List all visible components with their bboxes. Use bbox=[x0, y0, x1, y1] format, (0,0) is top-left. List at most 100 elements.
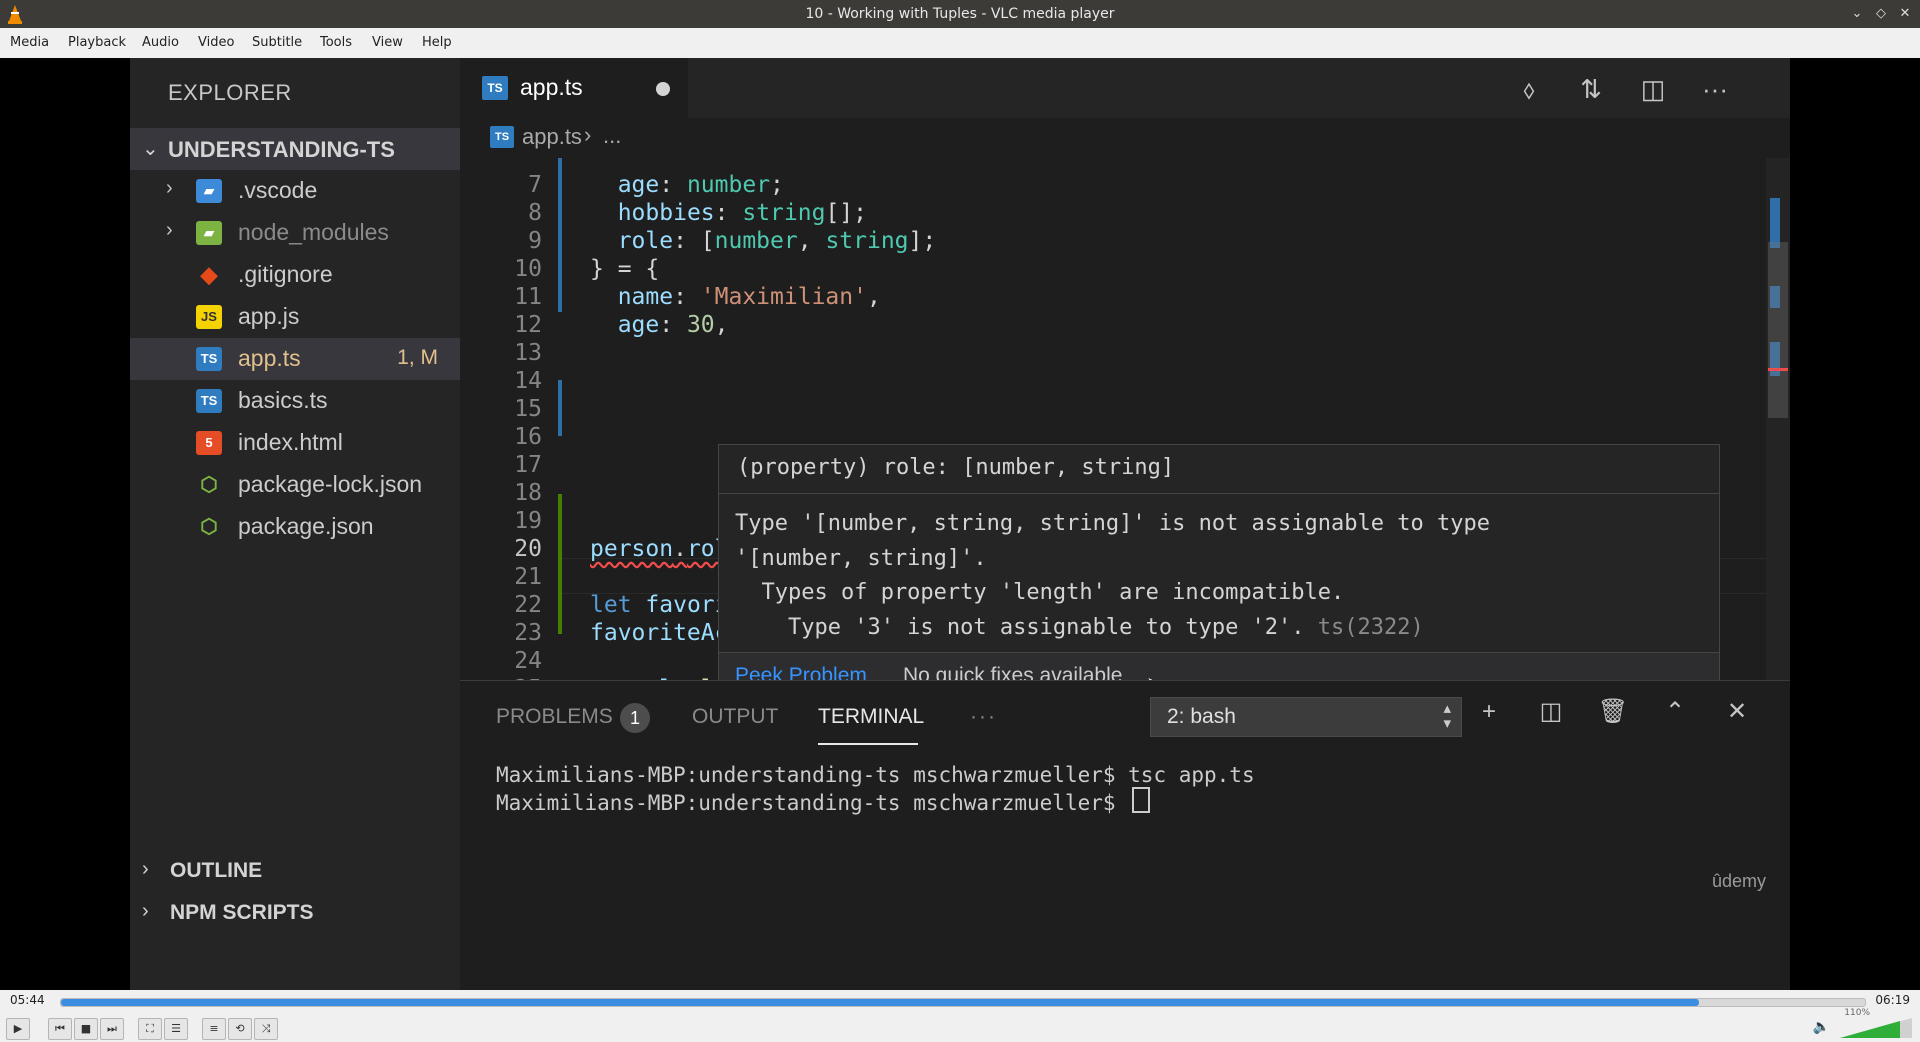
vscode-window: EXPLORER ⌄ UNDERSTANDING-TS › ▰ .vscode … bbox=[130, 58, 1790, 990]
line-number: 17 bbox=[514, 452, 542, 478]
menu-audio[interactable]: Audio bbox=[142, 35, 179, 50]
html-icon: 5 bbox=[196, 431, 222, 455]
tab-app-ts: TS app.ts bbox=[460, 58, 688, 118]
fullscreen-button[interactable]: ⛶ bbox=[138, 1018, 162, 1040]
split-terminal-icon[interactable]: ◫ bbox=[1534, 695, 1568, 729]
folder-vscode-icon: ▰ bbox=[196, 179, 222, 203]
line-number: 8 bbox=[528, 200, 542, 226]
line-number: 21 bbox=[514, 564, 542, 590]
line-number: 9 bbox=[528, 228, 542, 254]
seek-progress bbox=[61, 999, 1700, 1006]
speaker-icon[interactable]: 🔈 bbox=[1813, 1019, 1830, 1035]
line-number: 24 bbox=[514, 648, 542, 674]
menu-view[interactable]: View bbox=[372, 35, 403, 50]
extended-settings-button[interactable]: ☰ bbox=[164, 1018, 188, 1040]
message-line: Types of property 'length' are incompati… bbox=[735, 580, 1345, 605]
compare-changes-icon: ⇅ bbox=[1580, 74, 1602, 104]
close-panel-icon[interactable]: ✕ bbox=[1720, 695, 1754, 729]
line-number: 16 bbox=[514, 424, 542, 450]
stop-button[interactable]: ■ bbox=[74, 1018, 98, 1040]
file-label: node_modules bbox=[238, 219, 389, 245]
line-number: 13 bbox=[514, 340, 542, 366]
section-title: OUTLINE bbox=[170, 859, 263, 882]
volume-level bbox=[1840, 1021, 1900, 1038]
menu-playback[interactable]: Playback bbox=[68, 35, 126, 50]
volume-label: 110% bbox=[1844, 1008, 1870, 1018]
chevron-down-icon: ⌄ bbox=[142, 138, 159, 160]
loop-button[interactable]: ⟲ bbox=[228, 1018, 252, 1040]
active-tab-underline bbox=[818, 743, 918, 745]
line-number: 14 bbox=[514, 368, 542, 394]
playlist-button[interactable]: ≡ bbox=[202, 1018, 226, 1040]
scroll-thumb[interactable] bbox=[1768, 242, 1788, 418]
close-icon[interactable]: ✕ bbox=[1896, 5, 1914, 23]
terminal-line: Maximilians-MBP:understanding-ts mschwar… bbox=[496, 763, 1255, 787]
line-number: 15 bbox=[514, 396, 542, 422]
total-time: 06:19 bbox=[1875, 993, 1910, 1007]
editor-scrollbar[interactable] bbox=[1766, 158, 1790, 680]
previous-button[interactable]: ⏮ bbox=[48, 1018, 72, 1040]
hover-message: Type '[number, string, string]' is not a… bbox=[735, 507, 1490, 645]
menu-video[interactable]: Video bbox=[198, 35, 234, 50]
chevron-right-icon: › bbox=[166, 177, 173, 199]
nodejs-icon: ⬡ bbox=[200, 474, 218, 496]
chevron-right-icon: › bbox=[142, 900, 149, 922]
npm-scripts-section: › NPM SCRIPTS bbox=[130, 892, 460, 934]
minimize-icon[interactable]: ⌄ bbox=[1848, 5, 1866, 23]
ts-icon: TS bbox=[490, 126, 514, 148]
menu-help[interactable]: Help bbox=[422, 35, 452, 50]
file-item-app-js: JS app.js bbox=[130, 296, 460, 338]
tab-label: app.ts bbox=[520, 74, 583, 100]
breadcrumb-file: app.ts bbox=[522, 124, 582, 149]
tab-terminal[interactable]: TERMINAL bbox=[818, 705, 924, 729]
code-line: hobbies: string[]; bbox=[617, 200, 867, 226]
breadcrumb-more: ... bbox=[603, 123, 622, 148]
shuffle-button[interactable]: ⤨ bbox=[254, 1018, 278, 1040]
terminal-select[interactable]: 2: bash ▴ ▾ bbox=[1150, 697, 1462, 737]
maximize-icon[interactable]: ◇ bbox=[1872, 5, 1890, 23]
more-tabs-icon[interactable]: ··· bbox=[970, 705, 997, 729]
chevron-right-icon: › bbox=[584, 122, 592, 147]
more-actions-icon: ··· bbox=[1702, 74, 1728, 104]
trash-icon[interactable]: 🗑 bbox=[1596, 695, 1630, 729]
breadcrumb: TS app.ts › ... bbox=[460, 118, 1790, 158]
file-item-gitignore: ◆ .gitignore bbox=[130, 254, 460, 296]
line-number: 18 bbox=[514, 480, 542, 506]
video-area[interactable]: EXPLORER ⌄ UNDERSTANDING-TS › ▰ .vscode … bbox=[0, 58, 1920, 990]
volume-slider[interactable] bbox=[1840, 1018, 1912, 1038]
line-number: 22 bbox=[514, 592, 542, 618]
line-number: 20 bbox=[514, 536, 542, 562]
menu-tools[interactable]: Tools bbox=[320, 35, 352, 50]
file-status-badge: 1, M bbox=[397, 346, 438, 369]
error-hover-popup: (property) role: [number, string] Type '… bbox=[718, 444, 1720, 700]
ts-icon: TS bbox=[196, 347, 222, 371]
git-lens-icon: ⬨ bbox=[1523, 74, 1535, 104]
vlc-controls: 05:44 06:19 ▶ ⏮ ■ ⏭ ⛶ ☰ ≡ ⟲ ⤨ 🔈 110% bbox=[0, 990, 1920, 1042]
git-modified-bar bbox=[558, 380, 562, 436]
explorer-header: EXPLORER bbox=[168, 80, 292, 105]
hover-signature: (property) role: [number, string] bbox=[737, 455, 1175, 480]
new-terminal-icon[interactable]: + bbox=[1472, 695, 1506, 729]
line-number: 7 bbox=[528, 172, 542, 198]
file-label: app.js bbox=[238, 303, 300, 329]
code-line: } = { bbox=[590, 256, 660, 282]
tab-output[interactable]: OUTPUT bbox=[692, 705, 778, 729]
explorer-sidebar: EXPLORER ⌄ UNDERSTANDING-TS › ▰ .vscode … bbox=[130, 58, 460, 990]
minimap-marker bbox=[1770, 198, 1780, 248]
git-icon: ◆ bbox=[200, 262, 218, 287]
play-button[interactable]: ▶ bbox=[6, 1018, 30, 1040]
seek-slider[interactable] bbox=[60, 998, 1866, 1007]
code-line: name: 'Maximilian', bbox=[617, 284, 881, 310]
divider bbox=[719, 493, 1719, 494]
error-marker bbox=[1768, 368, 1788, 371]
file-item-node-modules: › ▰ node_modules bbox=[130, 212, 460, 254]
maximize-panel-icon[interactable]: ⌃ bbox=[1658, 695, 1692, 729]
file-item-basics-ts: TS basics.ts bbox=[130, 380, 460, 422]
next-button[interactable]: ⏭ bbox=[100, 1018, 124, 1040]
vlc-title-bar: 10 - Working with Tuples - VLC media pla… bbox=[0, 0, 1920, 28]
menu-subtitle[interactable]: Subtitle bbox=[252, 35, 302, 50]
tab-problems[interactable]: PROBLEMS bbox=[496, 705, 613, 729]
menu-media[interactable]: Media bbox=[10, 35, 49, 50]
file-item-app-ts: TS app.ts 1, M bbox=[130, 338, 460, 380]
js-icon: JS bbox=[196, 305, 222, 329]
